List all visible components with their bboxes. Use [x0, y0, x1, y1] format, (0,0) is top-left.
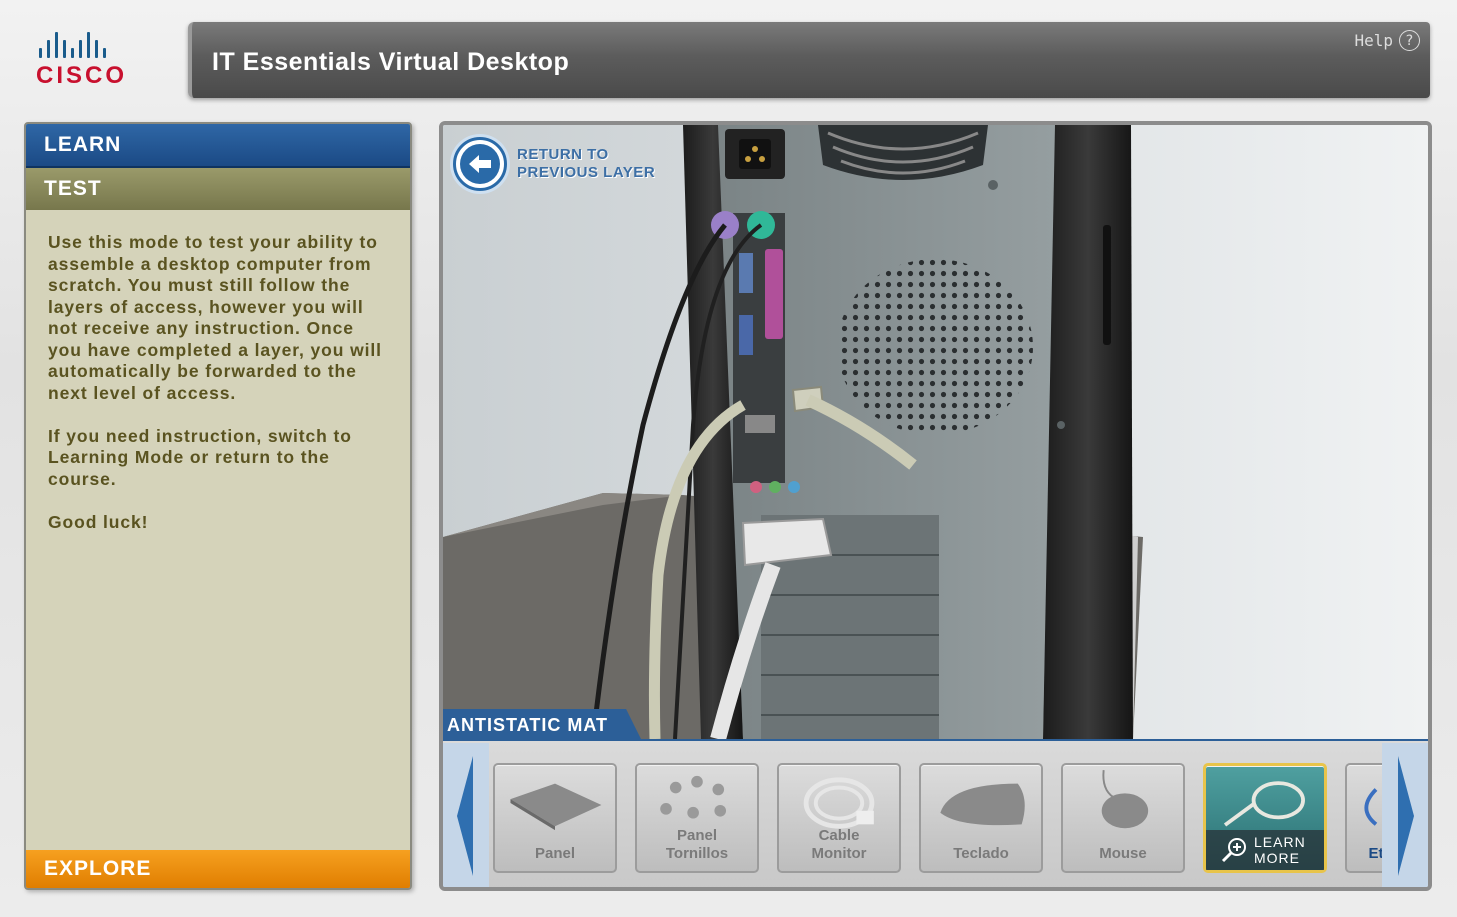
return-button-text: RETURN TO PREVIOUS LAYER: [517, 146, 656, 181]
return-to-previous-layer-button[interactable]: RETURN TO PREVIOUS LAYER: [453, 137, 655, 191]
description-paragraph: Use this mode to test your ability to as…: [48, 232, 382, 403]
tray-item-cable-monitor[interactable]: Cable Monitor: [777, 763, 901, 873]
tray-item-label: Cable Monitor: [811, 827, 867, 862]
cisco-logo-text: CISCO: [36, 62, 128, 89]
chevron-left-icon: [457, 756, 473, 876]
tray-item-label: Teclado: [953, 845, 1009, 862]
tray-item-label: Panel: [534, 845, 576, 862]
tray-item-label: Panel Tornillos: [665, 827, 729, 862]
help-label: Help: [1354, 31, 1393, 50]
tab-explore[interactable]: EXPLORE: [26, 850, 410, 888]
learn-more-text: LEARN MORE: [1254, 834, 1306, 866]
current-layer-label: ANTISTATIC MAT: [443, 709, 642, 741]
cisco-logo-bars: [39, 30, 152, 58]
help-icon: ?: [1399, 30, 1420, 51]
title-bar: IT Essentials Virtual Desktop Help ?: [188, 22, 1430, 98]
zoom-in-icon: [1221, 838, 1246, 863]
tray-item-label: Mouse: [1099, 845, 1147, 862]
description-paragraph: If you need instruction, switch to Learn…: [48, 425, 352, 489]
tray-item-panel[interactable]: Panel: [493, 763, 617, 873]
tray-item-usb-cable-selected[interactable]: LEARN MORE: [1203, 763, 1327, 873]
antistatic-mat-icon: [510, 783, 602, 831]
computer-back-panel-scene[interactable]: [443, 125, 1428, 739]
mode-description: Use this mode to test your ability to as…: [26, 210, 410, 533]
cisco-logo: CISCO: [36, 30, 152, 92]
tab-learn[interactable]: LEARN: [26, 124, 410, 168]
tray-scroll-left-button[interactable]: [443, 743, 489, 887]
tray-item-mouse[interactable]: Mouse: [1061, 763, 1185, 873]
tray-item-panel-tornillos[interactable]: Panel Tornillos: [635, 763, 759, 873]
mode-panel: LEARN TEST Use this mode to test your ab…: [24, 122, 412, 890]
tab-test[interactable]: TEST: [26, 168, 410, 210]
keyboard-icon: [940, 783, 1025, 826]
chevron-right-icon: [1398, 756, 1414, 876]
help-button[interactable]: Help ?: [1354, 30, 1420, 51]
back-arrow-icon: [453, 137, 507, 191]
app-title: IT Essentials Virtual Desktop: [212, 48, 570, 76]
tray-scroll-right-button[interactable]: [1382, 743, 1428, 887]
learn-more-button[interactable]: LEARN MORE: [1206, 830, 1324, 870]
description-paragraph: Good luck!: [48, 511, 149, 532]
component-tray: Panel Panel Tornillos Cable Monitor Teclad…: [443, 739, 1428, 887]
virtual-desktop-viewer: RETURN TO PREVIOUS LAYER ANTISTATIC MAT …: [439, 121, 1432, 891]
tray-item-teclado[interactable]: Teclado: [919, 763, 1043, 873]
mouse-icon: [1101, 770, 1149, 829]
